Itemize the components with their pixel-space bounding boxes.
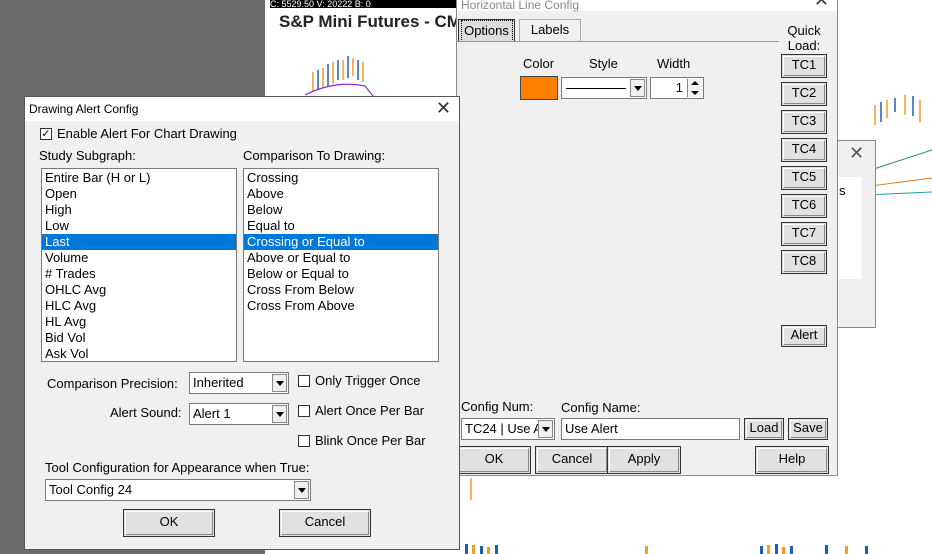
cancel-button[interactable]: Cancel [279, 509, 371, 537]
tab-labels[interactable]: Labels [519, 19, 581, 41]
tool-config-dropdown[interactable]: Tool Config 24 [45, 479, 311, 501]
close-icon[interactable]: ✕ [849, 143, 864, 164]
cancel-button[interactable]: Cancel [535, 446, 609, 474]
close-icon[interactable]: ✕ [814, 0, 829, 11]
study-subgraph-list-item[interactable]: OHLC Avg [42, 282, 236, 298]
study-subgraph-list-item[interactable]: Open [42, 186, 236, 202]
chevron-down-icon[interactable] [630, 79, 645, 97]
tab-divider [457, 41, 779, 42]
color-label: Color [523, 56, 555, 71]
save-button[interactable]: Save [788, 418, 828, 440]
comparison-list-item[interactable]: Crossing or Equal to [244, 234, 438, 250]
background-dialog: ✕ s [836, 140, 876, 328]
alert-button[interactable]: Alert [781, 325, 827, 347]
chevron-down-icon[interactable] [538, 420, 553, 438]
comparison-precision-dropdown[interactable]: Inherited [189, 372, 289, 394]
study-subgraph-list-item[interactable]: # Trades [42, 266, 236, 282]
background-dialog-text: s [839, 183, 846, 198]
style-dropdown[interactable] [561, 77, 647, 99]
enable-alert-label: Enable Alert For Chart Drawing [57, 126, 237, 141]
quick-load-button-tc2[interactable]: TC2 [781, 82, 827, 106]
blink-once-per-bar-label: Blink Once Per Bar [315, 433, 426, 448]
style-line-sample [566, 88, 626, 89]
load-button[interactable]: Load [744, 418, 784, 440]
quick-load-button-tc4[interactable]: TC4 [781, 138, 827, 162]
study-subgraph-list-item[interactable]: Low [42, 218, 236, 234]
comparison-list-item[interactable]: Above [244, 186, 438, 202]
window-title: Horizontal Line Config [461, 0, 580, 12]
comparison-listbox[interactable]: Crossing Above Below Equal to Crossing or Eq… [243, 168, 439, 362]
comparison-list-item[interactable]: Below [244, 202, 438, 218]
blink-once-per-bar-checkbox[interactable] [298, 435, 310, 447]
chart-title: S&P Mini Futures - CM [279, 12, 461, 31]
width-stepper[interactable]: 1 [650, 77, 704, 99]
study-subgraph-list-item[interactable]: High [42, 202, 236, 218]
quick-load-button-tc8[interactable]: TC8 [781, 250, 827, 274]
window-title: Drawing Alert Config [29, 102, 139, 116]
chevron-down-icon[interactable] [691, 91, 699, 95]
drawing-alert-config-window: Drawing Alert Config ✕ ✓ Enable Alert Fo… [24, 96, 460, 550]
horizontal-line-config-window: Horizontal Line Config ✕ Options Labels … [456, 0, 838, 476]
comparison-list-item[interactable]: Crossing [244, 170, 438, 186]
comparison-list-item[interactable]: Above or Equal to [244, 250, 438, 266]
chart-price-bar: C: 5529.50 V: 20222 B: 0 [270, 0, 460, 8]
comparison-label: Comparison To Drawing: [243, 148, 386, 163]
only-trigger-once-checkbox[interactable] [298, 375, 310, 387]
stepper-arrows[interactable] [687, 79, 702, 97]
alert-sound-dropdown[interactable]: Alert 1 [189, 403, 289, 425]
tool-config-label: Tool Configuration for Appearance when T… [45, 460, 310, 475]
config-num-dropdown[interactable]: TC24 | Use A [461, 418, 555, 440]
quick-load-button-tc7[interactable]: TC7 [781, 222, 827, 246]
alert-once-per-bar-label: Alert Once Per Bar [315, 403, 425, 418]
chevron-down-icon[interactable] [272, 405, 287, 423]
enable-alert-checkbox[interactable]: ✓ [40, 128, 52, 140]
comparison-list-item[interactable]: Below or Equal to [244, 266, 438, 282]
alert-once-per-bar-checkbox[interactable] [298, 405, 310, 417]
ok-button[interactable]: OK [123, 509, 215, 537]
quick-load-button-tc3[interactable]: TC3 [781, 110, 827, 134]
comparison-list-item[interactable]: Equal to [244, 218, 438, 234]
chevron-down-icon[interactable] [294, 481, 309, 499]
study-subgraph-listbox[interactable]: Entire Bar (H or L) Open High Low Last Volume… [41, 168, 237, 362]
study-subgraph-list-item[interactable]: Ask Vol [42, 346, 236, 361]
quick-load-button-tc5[interactable]: TC5 [781, 166, 827, 190]
comparison-list-item[interactable]: Cross From Above [244, 298, 438, 314]
chevron-down-icon[interactable] [272, 374, 287, 392]
ok-button[interactable]: OK [457, 446, 531, 474]
only-trigger-once-label: Only Trigger Once [315, 373, 421, 388]
tab-options[interactable]: Options [458, 19, 515, 42]
drawing-alert-config-titlebar[interactable]: Drawing Alert Config [25, 97, 459, 121]
study-subgraph-list-item[interactable]: Entire Bar (H or L) [42, 170, 236, 186]
quick-load-button-tc1[interactable]: TC1 [781, 54, 827, 78]
study-subgraph-list-item[interactable]: HLC Avg [42, 298, 236, 314]
study-subgraph-label: Study Subgraph: [39, 148, 136, 163]
help-button[interactable]: Help [755, 446, 829, 474]
comparison-list-item[interactable]: Cross From Below [244, 282, 438, 298]
study-subgraph-list-item[interactable]: HL Avg [42, 314, 236, 330]
horizontal-line-config-titlebar[interactable]: Horizontal Line Config [457, 0, 837, 12]
chevron-up-icon[interactable] [691, 81, 699, 85]
style-label: Style [589, 56, 618, 71]
alert-sound-label: Alert Sound: [110, 405, 182, 420]
quick-load-label: Quick Load: [787, 23, 821, 53]
study-subgraph-list-item[interactable]: Last [42, 234, 236, 250]
close-icon[interactable]: ✕ [436, 97, 451, 119]
comparison-precision-label: Comparison Precision: [47, 376, 178, 391]
study-subgraph-list-item[interactable]: Bid Vol [42, 330, 236, 346]
config-name-input[interactable]: Use Alert [561, 418, 740, 440]
study-subgraph-list-item[interactable]: Volume [42, 250, 236, 266]
quick-load-button-tc6[interactable]: TC6 [781, 194, 827, 218]
config-name-label: Config Name: [561, 400, 641, 415]
color-swatch[interactable] [520, 76, 558, 100]
width-label: Width [657, 56, 691, 71]
config-num-label: Config Num: [461, 399, 534, 414]
apply-button[interactable]: Apply [607, 446, 681, 474]
